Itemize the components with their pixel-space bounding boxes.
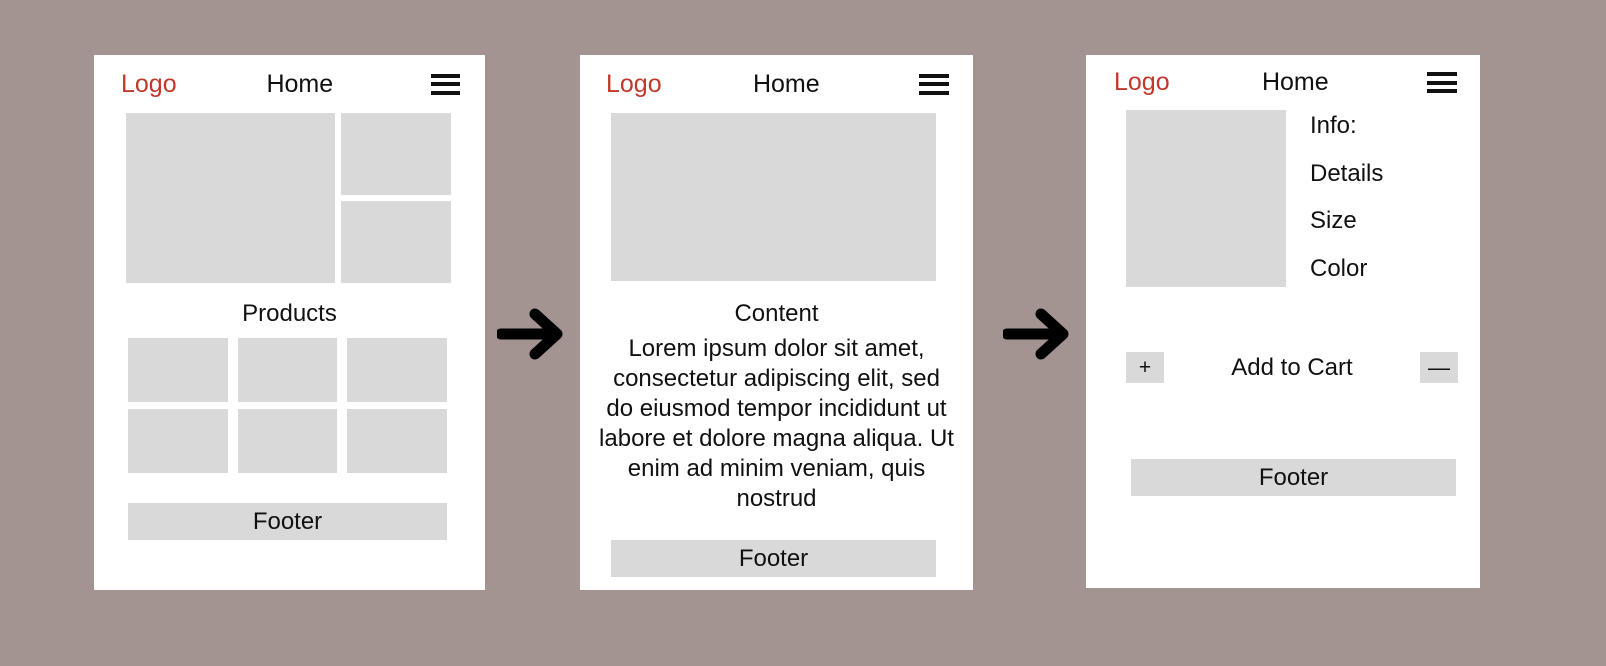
wireframe-screen-product-detail: Logo Home Info: Details Size Color + Add…	[1086, 55, 1480, 588]
flow-arrow-1	[497, 308, 563, 360]
spec-item-color[interactable]: Color	[1310, 256, 1460, 281]
wireframe-screen-home: Logo Home Products Footer	[94, 55, 485, 590]
hamburger-icon[interactable]	[919, 73, 949, 95]
hamburger-bar	[431, 90, 460, 95]
quantity-decrease-button[interactable]: —	[1420, 352, 1458, 383]
hero-side-placeholder[interactable]	[341, 113, 451, 195]
logo-text[interactable]: Logo	[121, 70, 177, 99]
hamburger-bar	[919, 73, 949, 78]
product-spec-list: Info: Details Size Color	[1286, 110, 1460, 287]
nav-title[interactable]: Home	[1170, 68, 1427, 97]
screen-header-content: Logo Home	[580, 55, 973, 113]
hero-side-placeholder[interactable]	[341, 201, 451, 283]
hero-main-placeholder[interactable]	[126, 113, 335, 283]
body-copy: Lorem ipsum dolor sit amet, consectetur …	[599, 335, 954, 512]
product-card-placeholder[interactable]	[237, 409, 338, 473]
hero-main-placeholder[interactable]	[611, 113, 936, 281]
hero-side-column	[341, 113, 451, 283]
footer-bar[interactable]: Footer	[611, 540, 936, 577]
wireframe-flow-diagram: Logo Home Products Footer Logo Home Cont…	[0, 0, 1606, 666]
hamburger-bar	[431, 82, 460, 86]
hamburger-bar	[1427, 80, 1457, 85]
flow-arrow-2	[1003, 308, 1069, 360]
hamburger-bar	[919, 90, 949, 95]
footer-bar[interactable]: Footer	[128, 503, 447, 540]
quantity-increase-button[interactable]: +	[1126, 352, 1164, 383]
product-detail-row: Info: Details Size Color	[1086, 110, 1480, 287]
screen-header-home: Logo Home	[94, 55, 485, 113]
screen-header-product-detail: Logo Home	[1086, 55, 1480, 110]
spec-item-size[interactable]: Size	[1310, 209, 1460, 233]
section-title-content: Content	[734, 300, 819, 327]
logo-text[interactable]: Logo	[1114, 68, 1170, 97]
hamburger-bar	[919, 82, 949, 86]
hamburger-bar	[431, 73, 460, 78]
hero-grid	[94, 113, 485, 283]
spec-item-info: Info:	[1310, 112, 1357, 139]
nav-title[interactable]: Home	[177, 70, 431, 99]
spec-item-details[interactable]: Details	[1310, 161, 1460, 186]
hamburger-icon[interactable]	[1427, 72, 1457, 93]
product-card-placeholder[interactable]	[128, 409, 228, 473]
footer-bar[interactable]: Footer	[1131, 459, 1456, 496]
product-card-placeholder[interactable]	[347, 409, 447, 473]
products-grid	[94, 328, 485, 473]
product-card-placeholder[interactable]	[347, 338, 447, 402]
logo-text[interactable]: Logo	[606, 70, 662, 99]
add-to-cart-row: + Add to Cart —	[1086, 352, 1480, 383]
wireframe-screen-content: Logo Home Content Lorem ipsum dolor sit …	[580, 55, 973, 590]
section-title-products: Products	[242, 300, 337, 327]
hamburger-icon[interactable]	[431, 73, 460, 95]
product-card-placeholder[interactable]	[128, 338, 228, 402]
hamburger-bar	[1427, 72, 1457, 76]
add-to-cart-button[interactable]: Add to Cart	[1164, 354, 1420, 382]
nav-title[interactable]: Home	[662, 70, 919, 99]
product-card-placeholder[interactable]	[237, 338, 338, 402]
hamburger-bar	[1427, 89, 1457, 93]
product-image-placeholder[interactable]	[1126, 110, 1286, 287]
